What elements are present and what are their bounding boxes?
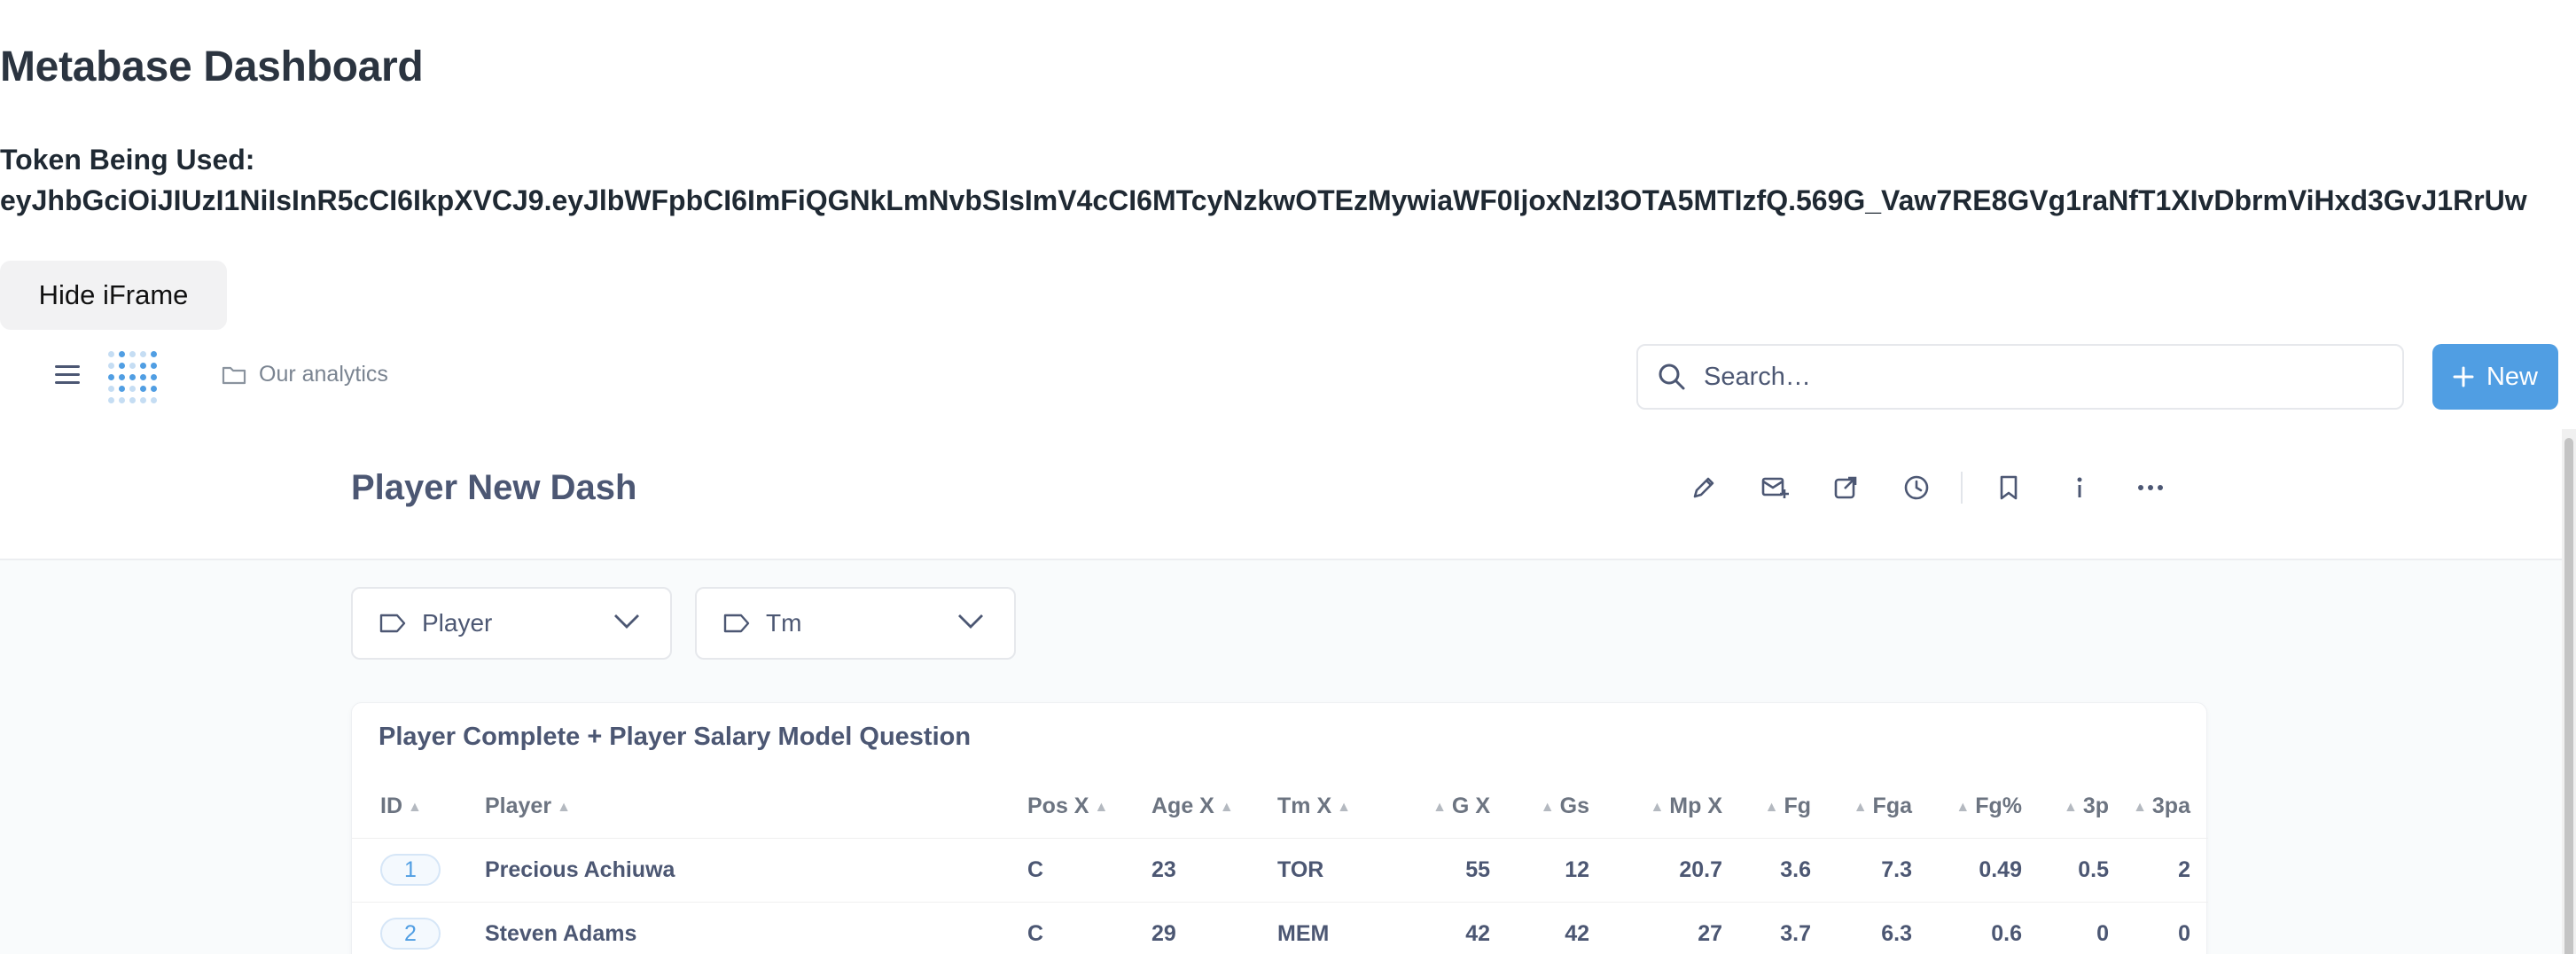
table-header-row: ID ▲ Player ▲ Pos X ▲ Age X ▲ Tm X ▲ ▲ G X ▲ Gs…: [352, 776, 2208, 838]
tag-icon: [723, 614, 750, 633]
dashboard-body: Player Tm Player Complete + Player Salar…: [0, 560, 2562, 954]
column-header[interactable]: Pos X ▲: [1027, 776, 1151, 838]
column-header[interactable]: Age X ▲: [1151, 776, 1277, 838]
breadcrumb[interactable]: Our analytics: [222, 362, 388, 387]
tag-icon: [379, 614, 406, 633]
new-button[interactable]: New: [2432, 344, 2558, 410]
card-title[interactable]: Player Complete + Player Salary Model Qu…: [379, 723, 971, 752]
search-input[interactable]: [1704, 362, 2377, 392]
divider: [1961, 472, 1963, 504]
cell-g: 55: [1384, 837, 1490, 902]
cell-fga: 6.3: [1811, 901, 1912, 954]
token-value: eyJhbGciOiJIUzI1NiIsInR5cCI6IkpXVCJ9.eyJ…: [0, 184, 2527, 216]
filter-tm[interactable]: Tm: [695, 587, 1016, 660]
dashboard-title[interactable]: Player New Dash: [351, 468, 636, 508]
table-row[interactable]: 1 Precious Achiuwa C 23 TOR 55 12 20.7 3…: [352, 837, 2208, 902]
filter-label: Tm: [766, 609, 802, 637]
breadcrumb-label: Our analytics: [259, 362, 388, 387]
cell-fg-pct: 0.49: [1912, 837, 2022, 902]
id-pill[interactable]: 1: [380, 854, 441, 886]
info-icon[interactable]: [2057, 472, 2103, 504]
clock-icon[interactable]: [1893, 472, 1940, 504]
column-header[interactable]: Player ▲: [485, 776, 1027, 838]
cell-g: 42: [1384, 901, 1490, 954]
column-header[interactable]: ▲ Gs: [1490, 776, 1589, 838]
search-box[interactable]: [1636, 344, 2404, 410]
id-pill[interactable]: 2: [380, 918, 441, 950]
dashboard-actions: [1681, 472, 2198, 504]
column-header[interactable]: ▲ Fg: [1722, 776, 1811, 838]
menu-icon[interactable]: [55, 365, 80, 387]
cell-pos: C: [1027, 837, 1151, 902]
more-icon[interactable]: [2127, 472, 2174, 504]
cell-player: Precious Achiuwa: [485, 837, 1027, 902]
filter-label: Player: [422, 609, 493, 637]
column-header[interactable]: ▲ 3pa: [2109, 776, 2208, 838]
cell-fga: 7.3: [1811, 837, 1912, 902]
cell-mp: 20.7: [1589, 837, 1722, 902]
cell-fg-pct: 0.6: [1912, 901, 2022, 954]
column-header[interactable]: ▲ Mp X: [1589, 776, 1722, 838]
cell-3pa: 0: [2109, 901, 2208, 954]
cell-age: 23: [1151, 837, 1277, 902]
search-icon: [1659, 364, 1685, 390]
cell-player: Steven Adams: [485, 901, 1027, 954]
chevron-down-icon: [958, 614, 983, 629]
cell-team: MEM: [1277, 901, 1384, 954]
scrollbar[interactable]: [2562, 429, 2576, 954]
column-header[interactable]: ▲ G X: [1384, 776, 1490, 838]
question-card: Player Complete + Player Salary Model Qu…: [351, 702, 2208, 954]
top-nav: Our analytics New: [0, 335, 2576, 418]
chevron-down-icon: [614, 614, 639, 629]
cell-team: TOR: [1277, 837, 1384, 902]
column-header[interactable]: ▲ Fga: [1811, 776, 1912, 838]
cell-fg: 3.7: [1722, 901, 1811, 954]
data-table: ID ▲ Player ▲ Pos X ▲ Age X ▲ Tm X ▲ ▲ G X ▲ Gs…: [352, 776, 2208, 954]
folder-icon: [222, 366, 246, 384]
subscription-icon[interactable]: [1752, 472, 1798, 504]
new-button-label: New: [2486, 362, 2538, 391]
metabase-logo-icon[interactable]: [108, 351, 158, 404]
cell-gs: 12: [1490, 837, 1589, 902]
column-header[interactable]: ▲ Fg%: [1912, 776, 2022, 838]
token-label: Token Being Used:: [0, 144, 255, 176]
cell-age: 29: [1151, 901, 1277, 954]
cell-3p: 0.5: [2022, 837, 2109, 902]
cell-3pa: 2: [2109, 837, 2208, 902]
column-header[interactable]: ID ▲: [352, 776, 485, 838]
pencil-icon[interactable]: [1681, 472, 1727, 504]
page-title: Metabase Dashboard: [0, 43, 424, 90]
cell-gs: 42: [1490, 901, 1589, 954]
column-header[interactable]: Tm X ▲: [1277, 776, 1384, 838]
hide-iframe-button[interactable]: Hide iFrame: [0, 261, 227, 330]
cell-mp: 27: [1589, 901, 1722, 954]
cell-3p: 0: [2022, 901, 2109, 954]
table-row[interactable]: 2 Steven Adams C 29 MEM 42 42 27 3.7 6.3…: [352, 901, 2208, 954]
plus-icon: [2453, 366, 2474, 387]
filter-player[interactable]: Player: [351, 587, 672, 660]
share-icon[interactable]: [1823, 472, 1869, 504]
dashboard-header: Player New Dash: [0, 418, 2562, 560]
column-header[interactable]: ▲ 3p: [2022, 776, 2109, 838]
cell-pos: C: [1027, 901, 1151, 954]
bookmark-icon[interactable]: [1986, 472, 2032, 504]
cell-fg: 3.6: [1722, 837, 1811, 902]
metabase-embed: Our analytics New Player New Dash Player: [0, 335, 2576, 954]
